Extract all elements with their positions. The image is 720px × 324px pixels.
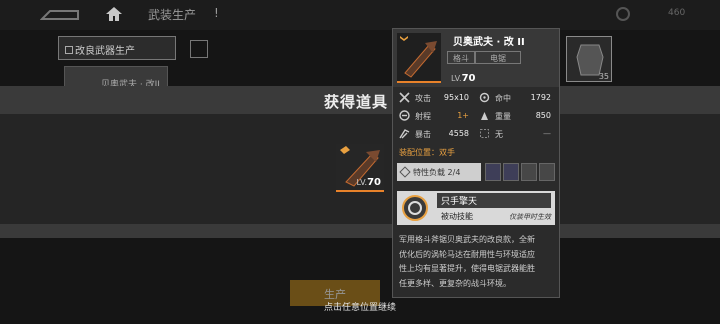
skill-name: 只手擎天 bbox=[437, 193, 551, 208]
equipped-thumb[interactable]: 35 bbox=[566, 36, 612, 82]
back-arrow-icon[interactable] bbox=[40, 8, 80, 22]
stat-crossed-swords: 攻击 95x10 bbox=[399, 91, 469, 105]
detail-weapon-name: 贝奥武夫 · 改 II bbox=[453, 37, 525, 48]
description-line: 性上均有显著提升，使得电锯武器能胜 bbox=[399, 264, 535, 273]
mount-position: 装配位置：双手 bbox=[399, 148, 455, 157]
obtained-item[interactable]: LV.70 bbox=[336, 144, 384, 192]
skill-type: 被动技能 bbox=[441, 212, 473, 221]
crosshair-icon bbox=[479, 92, 490, 103]
diamond-icon bbox=[399, 166, 411, 178]
currency-value: 460 bbox=[668, 8, 686, 18]
stat-range: 射程 1+ bbox=[399, 109, 469, 123]
modal-title: 获得道具 bbox=[324, 93, 389, 111]
currency-icon bbox=[616, 7, 630, 21]
skill-card[interactable]: 只手擎天 被动技能 仅装甲时生效 bbox=[397, 191, 555, 225]
stat-value: — bbox=[543, 129, 551, 138]
rank-chevron-icon bbox=[400, 36, 408, 41]
description-line: 军用格斗斧锯贝奥武夫的改良款，全新 bbox=[399, 235, 535, 244]
stat-value: 1792 bbox=[530, 93, 551, 102]
description-line: 优化后的涡轮马达在耐用性与环境适应 bbox=[399, 249, 535, 259]
stat-label: 无 bbox=[495, 130, 503, 139]
stat-crosshair: 命中 1792 bbox=[479, 91, 551, 105]
burst-icon bbox=[399, 129, 410, 139]
stat-label: 命中 bbox=[495, 94, 511, 103]
item-level: LV.70 bbox=[356, 177, 381, 188]
stat-weight: 重量 850 bbox=[479, 109, 551, 123]
null-icon bbox=[480, 129, 489, 138]
continue-hint[interactable]: 点击任意位置继续 bbox=[324, 300, 396, 313]
alert-mark: ! bbox=[214, 6, 219, 20]
trait-slot-4[interactable] bbox=[539, 163, 555, 181]
tag-melee: 格斗 bbox=[447, 51, 475, 64]
description-line: 任更多样、更复杂的战斗环境。 bbox=[399, 278, 511, 288]
stat-burst: 暴击 4558 bbox=[399, 127, 469, 141]
tab-icon bbox=[65, 46, 73, 54]
stat-label: 重量 bbox=[495, 112, 511, 121]
weight-icon bbox=[481, 112, 488, 120]
skill-note: 仅装甲时生效 bbox=[509, 213, 551, 221]
trait-slot-3[interactable] bbox=[521, 163, 537, 181]
tab-improved-weapon-production[interactable]: 改良武器生产 bbox=[58, 36, 176, 60]
stat-value: 95x10 bbox=[443, 93, 469, 102]
trait-load-button[interactable]: 特性负载 2/4 bbox=[397, 163, 481, 181]
stat-label: 攻击 bbox=[415, 94, 431, 103]
home-icon[interactable] bbox=[104, 5, 124, 23]
stat-value: 4558 bbox=[448, 129, 469, 138]
trait-load-label: 特性负载 2/4 bbox=[413, 168, 461, 177]
page-title: 武装生产 bbox=[148, 8, 197, 22]
modal-footer-band bbox=[0, 224, 720, 238]
stat-value: 1+ bbox=[457, 111, 469, 120]
tag-chainsaw: 电锯 bbox=[475, 51, 521, 64]
stat-label: 暴击 bbox=[415, 130, 431, 139]
weapon-card[interactable]: 贝奥武夫 · 改II bbox=[64, 66, 168, 90]
trait-slot-2[interactable] bbox=[503, 163, 519, 181]
weapon-description: 军用格斗斧锯贝奥武夫的改良款，全新 优化后的涡轮马达在耐用性与环境适应 性上均有… bbox=[399, 233, 557, 291]
thumb-level: 35 bbox=[598, 72, 609, 81]
item-detail-panel: 贝奥武夫 · 改 II 格斗 电锯 LV.70 攻击 95x10 命中 1792 射程 1… bbox=[392, 28, 560, 298]
crossed-swords-icon bbox=[399, 92, 410, 103]
stat-null: 无 — bbox=[479, 127, 551, 141]
filter-icon[interactable] bbox=[190, 40, 208, 58]
tab-label: 改良武器生产 bbox=[75, 46, 135, 57]
trait-slot-1[interactable] bbox=[485, 163, 501, 181]
detail-level: LV.70 bbox=[451, 73, 476, 84]
skill-emblem-icon bbox=[402, 195, 428, 221]
range-icon bbox=[399, 110, 410, 121]
stat-value: 850 bbox=[535, 111, 551, 120]
stat-label: 射程 bbox=[415, 112, 431, 121]
